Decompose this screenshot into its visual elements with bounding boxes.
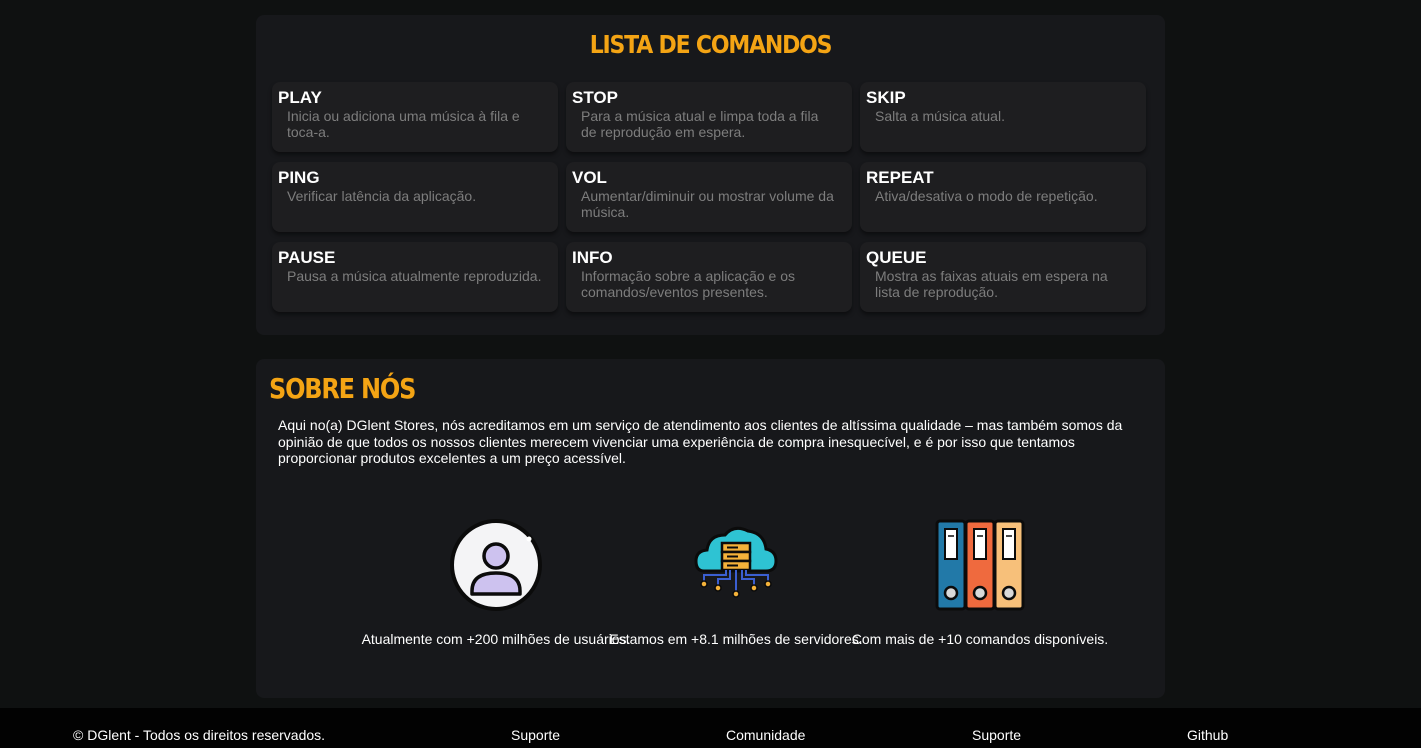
command-name: PING (278, 168, 320, 187)
commands-grid: PLAY Inicia ou adiciona uma música à fil… (272, 82, 1148, 312)
command-name: QUEUE (866, 248, 927, 267)
command-description: Para a música atual e limpa toda a fila … (581, 108, 819, 140)
footer-link-suporte-2[interactable]: Suporte (972, 727, 1021, 743)
command-description: Aumentar/diminuir ou mostrar volume da m… (581, 188, 834, 220)
command-name: SKIP (866, 88, 906, 107)
command-description: Ativa/desativa o modo de repetição. (875, 188, 1098, 204)
command-card-info[interactable]: INFO Informação sobre a aplicação e os c… (566, 242, 852, 312)
command-name: REPEAT (866, 168, 934, 187)
command-card-stop[interactable]: STOP Para a música atual e limpa toda a … (566, 82, 852, 152)
footer-link-suporte[interactable]: Suporte (511, 727, 560, 743)
command-description: Salta a música atual. (875, 108, 1005, 124)
commands-section: LISTA DE COMANDOS PLAY Inicia ou adicion… (256, 15, 1165, 335)
command-description: Informação sobre a aplicação e os comand… (581, 268, 796, 300)
command-description: Inicia ou adiciona uma música à fila e t… (287, 108, 520, 140)
footer-link-github[interactable]: Github (1187, 727, 1228, 743)
command-card-skip[interactable]: SKIP Salta a música atual. (860, 82, 1146, 152)
stat-label: Com mais de +10 comandos disponíveis. (851, 631, 1109, 647)
footer: © DGlent - Todos os direitos reservados.… (0, 708, 1421, 748)
command-card-repeat[interactable]: REPEAT Ativa/desativa o modo de repetiçã… (860, 162, 1146, 232)
command-name: VOL (572, 168, 607, 187)
footer-copyright: © DGlent - Todos os direitos reservados. (73, 727, 326, 743)
command-card-play[interactable]: PLAY Inicia ou adiciona uma música à fil… (272, 82, 558, 152)
command-card-queue[interactable]: QUEUE Mostra as faixas atuais em espera … (860, 242, 1146, 312)
about-section: SOBRE NÓS Aqui no(a) DGlent Stores, nós … (256, 359, 1165, 698)
binders-icon (935, 519, 1025, 611)
footer-link-comunidade[interactable]: Comunidade (726, 727, 805, 743)
cloud-server-icon (694, 526, 778, 598)
command-name: STOP (572, 88, 618, 107)
commands-title: LISTA DE COMANDOS (589, 31, 833, 60)
command-name: INFO (572, 248, 613, 267)
command-name: PAUSE (278, 248, 336, 267)
about-title: SOBRE NÓS (269, 372, 416, 406)
command-name: PLAY (278, 88, 322, 107)
command-card-vol[interactable]: VOL Aumentar/diminuir ou mostrar volume … (566, 162, 852, 232)
user-icon (450, 519, 542, 611)
command-description: Verificar latência da aplicação. (287, 188, 477, 204)
command-card-ping[interactable]: PING Verificar latência da aplicação. (272, 162, 558, 232)
about-text: Aqui no(a) DGlent Stores, nós acreditamo… (278, 417, 1123, 466)
command-card-pause[interactable]: PAUSE Pausa a música atualmente reproduz… (272, 242, 558, 312)
command-description: Mostra as faixas atuais em espera na lis… (875, 268, 1108, 300)
command-description: Pausa a música atualmente reproduzida. (287, 268, 542, 284)
stat-commands: Com mais de +10 comandos disponíveis. (840, 519, 1120, 647)
